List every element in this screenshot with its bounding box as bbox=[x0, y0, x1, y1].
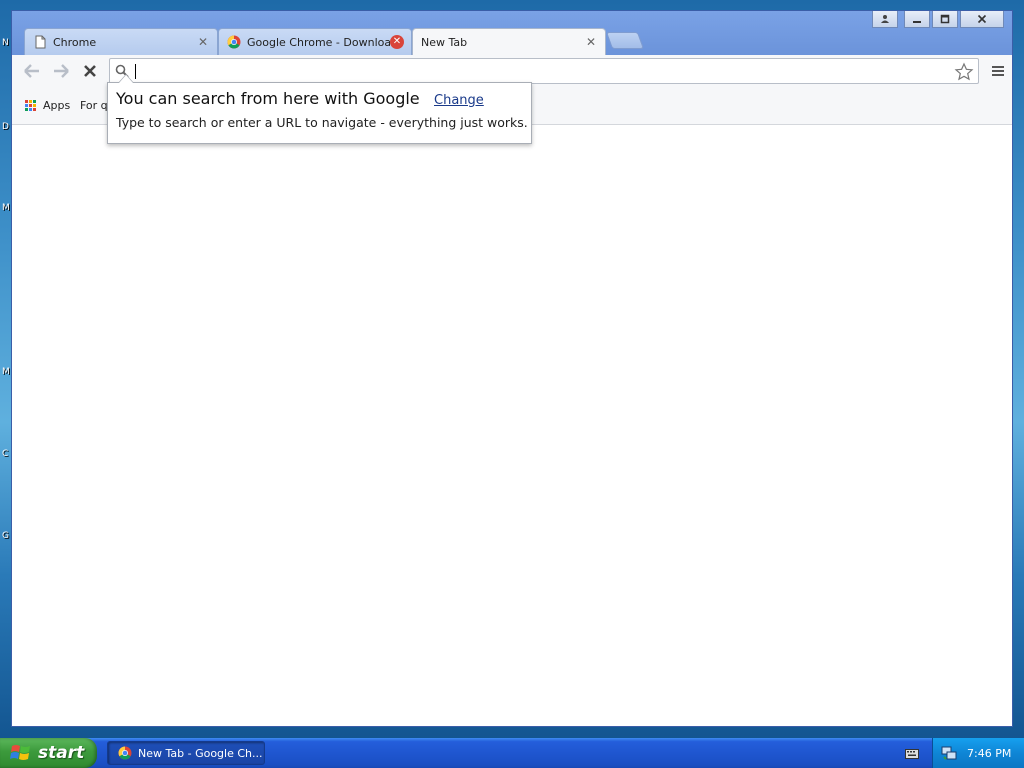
stop-icon bbox=[84, 65, 96, 77]
taskbar-item-chrome[interactable]: New Tab - Google Ch... bbox=[107, 741, 265, 765]
taskbar-item-label: New Tab - Google Ch... bbox=[138, 746, 263, 760]
tab-chrome[interactable]: Chrome ✕ bbox=[24, 28, 218, 55]
start-button[interactable]: start bbox=[0, 738, 97, 768]
forward-button[interactable] bbox=[49, 60, 73, 82]
title-bar[interactable]: Chrome ✕ Google Chrome - Download f ✕ Ne… bbox=[12, 11, 1012, 55]
system-tray: 7:46 PM bbox=[932, 738, 1024, 768]
tab-google-chrome-download[interactable]: Google Chrome - Download f ✕ bbox=[218, 28, 412, 55]
stop-button[interactable] bbox=[78, 60, 102, 82]
tab-title: New Tab bbox=[421, 35, 468, 49]
page-icon bbox=[35, 35, 46, 49]
network-icon[interactable] bbox=[941, 745, 957, 761]
tab-title: Chrome bbox=[53, 35, 97, 49]
minimize-button[interactable] bbox=[904, 11, 930, 28]
window-controls bbox=[872, 11, 1004, 28]
keyboard-icon[interactable] bbox=[905, 747, 919, 759]
user-button[interactable] bbox=[872, 11, 898, 28]
chrome-icon bbox=[118, 746, 132, 760]
omnibox-search-bubble: You can search from here with Google Cha… bbox=[107, 74, 532, 144]
menu-icon[interactable] bbox=[990, 63, 1006, 79]
close-icon bbox=[977, 14, 987, 24]
omnibox-input[interactable] bbox=[134, 61, 948, 83]
maximize-button[interactable] bbox=[932, 11, 958, 28]
back-button[interactable] bbox=[20, 60, 44, 82]
chrome-window: Chrome ✕ Google Chrome - Download f ✕ Ne… bbox=[11, 10, 1013, 727]
bubble-title: You can search from here with Google bbox=[116, 89, 420, 108]
close-icon[interactable]: ✕ bbox=[390, 35, 404, 49]
close-icon[interactable]: ✕ bbox=[584, 35, 598, 49]
tab-new-tab[interactable]: New Tab ✕ bbox=[412, 28, 606, 55]
bubble-body: Type to search or enter a URL to navigat… bbox=[116, 115, 528, 130]
change-search-link[interactable]: Change bbox=[434, 93, 484, 108]
minimize-icon bbox=[913, 21, 921, 23]
user-icon bbox=[881, 15, 889, 23]
chrome-icon bbox=[227, 35, 241, 49]
start-label: start bbox=[38, 743, 85, 763]
apps-grid-icon bbox=[25, 99, 37, 112]
close-icon[interactable]: ✕ bbox=[196, 35, 210, 49]
forward-arrow-icon bbox=[54, 64, 69, 78]
omnibox[interactable] bbox=[109, 58, 979, 84]
page-content[interactable] bbox=[12, 125, 1012, 726]
restore-icon bbox=[940, 14, 950, 24]
bookmark-label: Apps bbox=[43, 99, 71, 112]
bookmark-apps[interactable]: Apps bbox=[25, 99, 70, 112]
close-window-button[interactable] bbox=[960, 11, 1004, 28]
bookmark-star-icon[interactable] bbox=[954, 62, 974, 82]
windows-flag-icon bbox=[10, 745, 30, 760]
back-arrow-icon bbox=[24, 64, 39, 78]
tab-title: Google Chrome - Download f bbox=[247, 35, 390, 49]
clock[interactable]: 7:46 PM bbox=[967, 747, 1011, 760]
new-tab-button[interactable] bbox=[605, 32, 645, 49]
taskbar: start New Tab - Google Ch... 7:46 PM bbox=[0, 738, 1024, 768]
